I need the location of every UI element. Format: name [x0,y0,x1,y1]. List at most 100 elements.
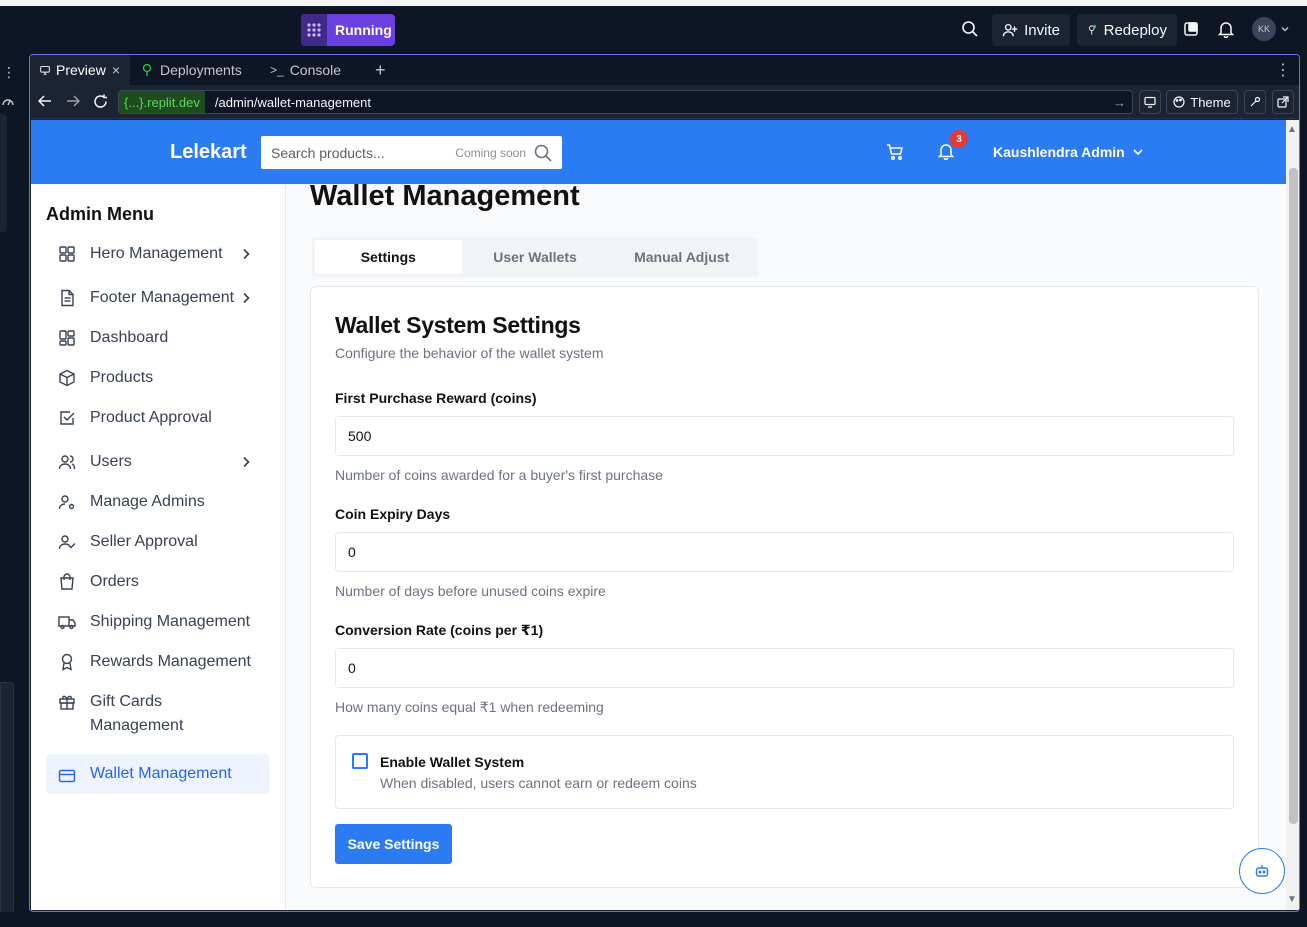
app-scrollbar[interactable]: ▲ ▼ [1286,120,1299,910]
chevron-down-icon[interactable] [1132,146,1144,158]
tab-console[interactable]: >_ Console [260,55,365,85]
redeploy-button[interactable]: Redeploy [1077,14,1177,46]
notification-count-badge: 3 [950,130,968,148]
sidebar-item-label: Rewards Management [90,653,251,670]
sidebar-item-users[interactable]: Users [46,450,269,474]
admin-name[interactable]: Kaushlendra Admin [993,144,1125,160]
tab-settings[interactable]: Settings [315,240,462,274]
check-square-icon [46,406,90,427]
sidebar-item-label: Manage Admins [90,493,205,510]
award-icon [46,650,90,671]
enable-wallet-checkbox[interactable] [352,753,368,769]
go-arrow-icon[interactable]: → [1113,95,1132,110]
devtools-icon[interactable] [1139,90,1161,114]
users-icon [46,450,90,471]
save-settings-button[interactable]: Save Settings [335,824,452,864]
theme-button[interactable]: Theme [1166,90,1238,114]
side-panel [0,114,7,232]
enable-wallet-label[interactable]: Enable Wallet System [380,754,524,770]
conversion-rate-input[interactable] [335,648,1234,688]
page-title: Wallet Management [310,180,580,212]
tab-preview[interactable]: Preview × [30,55,130,85]
scrollbar-thumb[interactable] [1289,168,1298,824]
chevron-right-icon[interactable] [239,242,269,261]
chevron-right-icon[interactable] [239,286,269,305]
sidebar-item-seller-approval[interactable]: Seller Approval [46,530,269,554]
coin-expiry-input[interactable] [335,532,1234,572]
truck-icon [46,610,90,631]
sidebar-item-rewards-management[interactable]: Rewards Management [46,650,269,674]
invite-label: Invite [1024,21,1060,39]
scroll-down-icon[interactable]: ▼ [1287,894,1297,905]
sidebar-item-product-approval[interactable]: Product Approval [46,406,269,430]
tab-deployments[interactable]: Deployments [130,55,260,85]
sidebar-item-wallet-management[interactable]: Wallet Management [46,754,269,794]
grid-icon [46,242,90,263]
forward-icon[interactable] [66,94,80,108]
sidebar-item-label: Product Approval [90,409,212,426]
enable-wallet-help: When disabled, users cannot earn or rede… [380,775,697,791]
sidebar-item-label: Products [90,369,154,386]
chatbot-button[interactable] [1239,848,1285,894]
sidebar-item-manage-admins[interactable]: Manage Admins [46,490,269,514]
sidebar-item-label: Shipping Management [90,613,251,630]
search-icon[interactable] [961,20,979,38]
more-vertical-icon[interactable]: ⋮ [1275,60,1299,80]
shopping-bag-icon [46,570,90,591]
wrench-icon[interactable] [1244,90,1266,114]
url-path: /admin/wallet-management [214,94,371,110]
cart-icon[interactable] [886,143,904,161]
scroll-up-icon[interactable]: ▲ [1287,124,1297,135]
external-link-icon[interactable] [1272,90,1294,114]
chevron-right-icon[interactable] [239,450,269,469]
bell-icon[interactable] [1217,20,1235,38]
search-hint: Coming soon [455,145,526,160]
sidebar-item-label: Footer Management [90,289,235,306]
file-text-icon [46,286,90,307]
avatar[interactable]: KK [1252,17,1276,41]
redeploy-label: Redeploy [1103,21,1167,39]
settings-card: Wallet System Settings Configure the beh… [310,286,1259,888]
first-purchase-reward-label: First Purchase Reward (coins) [335,390,537,406]
theme-label: Theme [1190,94,1231,110]
invite-button[interactable]: Invite [992,14,1070,46]
tab-preview-label: Preview [56,62,106,78]
tab-console-label: Console [289,62,342,78]
sidebar-item-label: Dashboard [90,329,169,346]
chevron-down-icon[interactable] [1280,24,1290,34]
bottom-edge [0,912,1307,927]
extensions-icon[interactable] [1183,20,1201,38]
sidebar-item-label: Seller Approval [90,533,198,550]
left-rail: ⋮ [0,54,29,927]
sidebar-item-gift-cards-management[interactable]: Gift Cards Management [46,690,269,738]
new-tab-button[interactable]: + [365,55,401,85]
gauge-icon[interactable] [1,94,15,108]
close-icon[interactable]: × [112,62,120,78]
wallet-tabs: Settings User Wallets Manual Adjust [312,237,758,277]
coin-expiry-help: Number of days before unused coins expir… [335,583,606,599]
sidebar-item-orders[interactable]: Orders [46,570,269,594]
card-title: Wallet System Settings [335,312,581,338]
run-status-button[interactable]: Running [301,14,395,46]
sidebar-item-label: Orders [90,573,139,590]
back-icon[interactable] [38,94,52,108]
sidebar-item-dashboard[interactable]: Dashboard [46,326,269,350]
bot-icon [1255,865,1269,877]
sidebar-item-products[interactable]: Products [46,366,269,390]
url-field[interactable]: {...}.replit.dev /admin/wallet-managemen… [118,90,1133,114]
search-input[interactable]: Search products... Coming soon [261,136,562,169]
enable-wallet-box: Enable Wallet System When disabled, user… [335,735,1234,809]
reload-icon[interactable] [93,94,108,109]
user-cog-icon [46,490,90,511]
first-purchase-reward-input[interactable] [335,416,1234,456]
pane-tabs: Preview × Deployments >_ Console + ⋮ [30,55,1299,85]
run-status-label: Running [335,22,392,38]
tab-manual-adjust[interactable]: Manual Adjust [608,240,755,274]
sidebar-item-hero-management[interactable]: Hero Management [46,242,269,266]
more-vertical-icon[interactable]: ⋮ [2,64,16,81]
sidebar-item-shipping-management[interactable]: Shipping Management [46,610,269,634]
sidebar-title: Admin Menu [46,204,154,224]
tab-user-wallets[interactable]: User Wallets [462,240,609,274]
brand-logo[interactable]: Lelekart [170,141,247,164]
sidebar-item-footer-management[interactable]: Footer Management [46,286,269,310]
